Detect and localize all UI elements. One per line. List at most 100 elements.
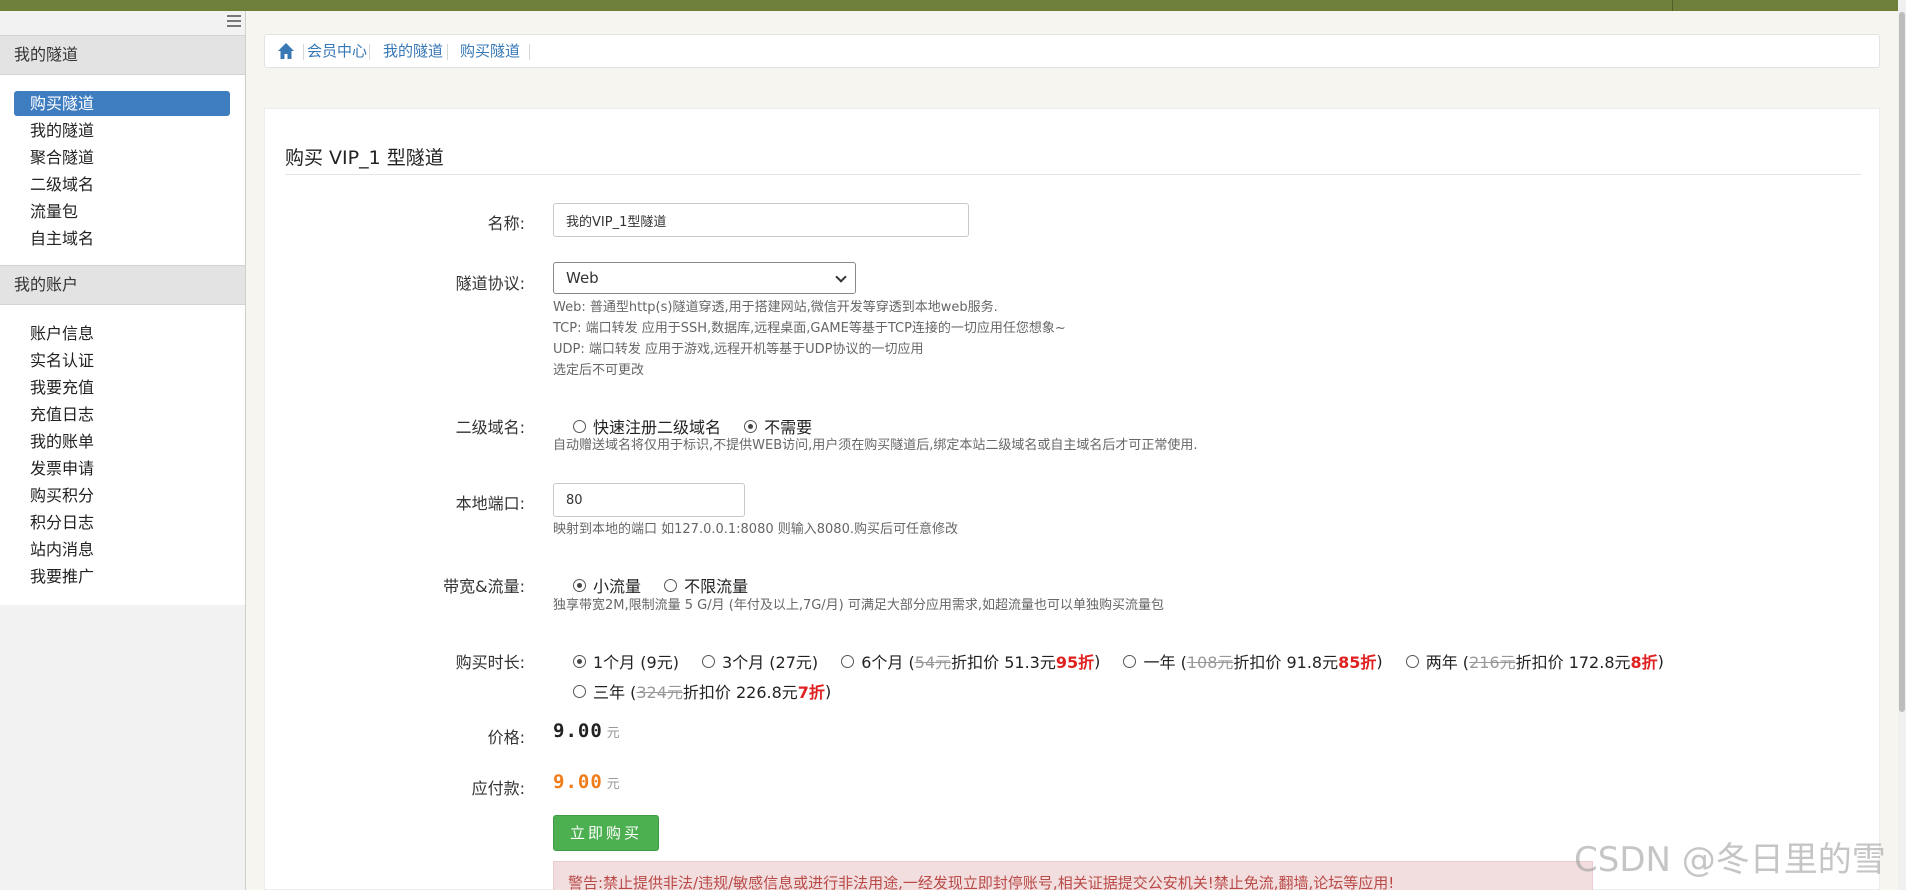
radio-circle xyxy=(841,654,855,668)
sidebar-item-buy-tunnel[interactable]: 购买隧道 xyxy=(14,91,230,116)
radio-circle xyxy=(573,684,586,698)
sidebar-group-my-account[interactable]: 我的账户 xyxy=(0,265,245,305)
duration-6-month-discount-price: 折扣价 51.3元 xyxy=(951,653,1056,672)
sidebar-item-recharge-log[interactable]: 充值日志 xyxy=(14,402,230,427)
paren-close: ) xyxy=(824,681,832,701)
top-bar xyxy=(0,0,1906,11)
breadcrumb-buy-tunnel: 购买隧道 xyxy=(460,42,521,60)
sidebar-item-aggregate-tunnel[interactable]: 聚合隧道 xyxy=(14,145,230,170)
duration-6-month-original-price: 54元 xyxy=(914,653,952,672)
protocol-label: 隧道协议: xyxy=(455,274,525,293)
duration-6-month-radio[interactable]: 6个月 (54元 折扣价 51.3元 95折) xyxy=(841,649,1100,673)
duration-2-year-radio[interactable]: 两年 (216元 折扣价 172.8元 8折) xyxy=(1405,649,1664,673)
duration-1-year-label: 一年 ( xyxy=(1143,653,1187,672)
sidebar-item-traffic-pack[interactable]: 流量包 xyxy=(14,199,230,224)
payable-value: 9.00 元 xyxy=(553,771,620,793)
protocol-help-web: Web: 普通型http(s)隧道穿透,用于搭建网站,微信开发等穿透到本地web… xyxy=(553,300,998,315)
sidebar-item-real-name[interactable]: 实名认证 xyxy=(14,348,230,373)
duration-label: 购买时长: xyxy=(455,653,525,672)
radio-circle-checked xyxy=(744,419,758,433)
payable-label: 应付款: xyxy=(471,779,525,798)
radio-circle-checked xyxy=(573,654,586,668)
local-port-label: 本地端口: xyxy=(455,494,525,513)
paren-close: ) xyxy=(1376,651,1383,671)
sidebar-group-my-account-body: 账户信息 实名认证 我要充值 充值日志 我的账单 发票申请 购买积分 积分日志 … xyxy=(0,305,245,605)
bandwidth-small-radio[interactable]: 小流量 xyxy=(573,573,641,597)
page-scrollbar[interactable] xyxy=(1898,0,1906,890)
duration-2-year-discount: 8折 xyxy=(1630,653,1658,672)
page-title: 购买 VIP_1 型隧道 xyxy=(285,147,444,169)
breadcrumb-member-center[interactable]: 会员中心 xyxy=(307,35,367,67)
scrollbar-thumb[interactable] xyxy=(1899,12,1905,712)
watermark: CSDN @冬日里的雪 xyxy=(1574,840,1886,880)
payable-amount: 9.00 xyxy=(553,771,603,793)
bandwidth-unlimited-radio[interactable]: 不限流量 xyxy=(664,573,748,597)
bandwidth-unlimited-label: 不限流量 xyxy=(684,577,749,596)
duration-3-month-radio[interactable]: 3个月 (27元) xyxy=(702,649,818,673)
payable-unit: 元 xyxy=(606,777,620,792)
duration-1-month-label: 1个月 (9元) xyxy=(593,653,679,672)
sidebar-item-account-info[interactable]: 账户信息 xyxy=(14,321,230,346)
duration-3-year-discount-price: 折扣价 226.8元 xyxy=(682,683,798,702)
sidebar-item-my-bills[interactable]: 我的账单 xyxy=(14,429,230,454)
subdomain-label: 二级域名: xyxy=(455,418,525,437)
sidebar-item-custom-domain[interactable]: 自主域名 xyxy=(14,226,230,251)
warning-alert: 警告:禁止提供非法/违规/敏感信息或进行非法用途,一经发现立即封停账号,相关证据… xyxy=(553,861,1593,890)
duration-3-year-discount: 7折 xyxy=(797,683,825,702)
duration-radio-group-row2: 三年 (324元 折扣价 226.8元 7折) xyxy=(573,679,849,703)
radio-circle xyxy=(702,654,716,668)
sidebar-item-my-tunnels[interactable]: 我的隧道 xyxy=(14,118,230,143)
price-label: 价格: xyxy=(487,728,525,747)
protocol-help-note: 选定后不可更改 xyxy=(553,363,645,378)
protocol-select[interactable]: Web xyxy=(553,262,856,294)
sidebar-item-invoice[interactable]: 发票申请 xyxy=(14,456,230,481)
breadcrumb-separator xyxy=(303,44,304,60)
collapse-menu-icon[interactable] xyxy=(227,15,241,27)
radio-circle-checked xyxy=(573,578,586,592)
duration-1-year-discount: 85折 xyxy=(1338,653,1377,672)
sidebar: 我的隧道 购买隧道 我的隧道 聚合隧道 二级域名 流量包 自主域名 我的账户 账… xyxy=(0,11,246,890)
sidebar-item-recharge[interactable]: 我要充值 xyxy=(14,375,230,400)
bandwidth-label: 带宽&流量: xyxy=(443,577,525,596)
sidebar-item-buy-points[interactable]: 购买积分 xyxy=(14,483,230,508)
protocol-selected-value: Web xyxy=(566,269,599,287)
price-value: 9.00 元 xyxy=(553,720,620,742)
breadcrumb-separator xyxy=(447,44,448,60)
duration-1-month-radio[interactable]: 1个月 (9元) xyxy=(573,649,679,673)
bandwidth-radio-group: 小流量 不限流量 xyxy=(573,573,766,597)
duration-6-month-discount: 95折 xyxy=(1055,653,1095,672)
sidebar-item-promote[interactable]: 我要推广 xyxy=(14,564,230,589)
duration-1-year-radio[interactable]: 一年 (108元 折扣价 91.8元 85折) xyxy=(1123,649,1383,673)
breadcrumb: 会员中心 我的隧道 购买隧道 xyxy=(264,34,1880,68)
radio-circle xyxy=(1405,654,1419,668)
chevron-down-icon xyxy=(835,271,847,283)
home-icon[interactable] xyxy=(277,41,295,61)
duration-1-year-original-price: 108元 xyxy=(1186,653,1234,672)
bandwidth-small-label: 小流量 xyxy=(593,577,642,596)
subdomain-help: 自动赠送域名将仅用于标识,不提供WEB访问,用户须在购买隧道后,绑定本站二级域名… xyxy=(553,438,1198,453)
duration-radio-group-row1: 1个月 (9元) 3个月 (27元) 6个月 (54元 折扣价 51.3元 95… xyxy=(573,649,1682,673)
radio-circle xyxy=(664,578,678,592)
radio-circle xyxy=(1123,654,1137,668)
bandwidth-help: 独享带宽2M,限制流量 5 G/月 (年付及以上,7G/月) 可满足大部分应用需… xyxy=(553,598,1165,613)
price-unit: 元 xyxy=(606,726,620,741)
duration-2-year-label: 两年 ( xyxy=(1425,653,1470,672)
name-label: 名称: xyxy=(487,214,525,233)
price-amount: 9.00 xyxy=(553,720,603,742)
sidebar-item-subdomain[interactable]: 二级域名 xyxy=(14,172,230,197)
duration-1-year-discount-price: 折扣价 91.8元 xyxy=(1233,653,1339,672)
top-bar-divider xyxy=(1672,0,1673,11)
duration-3-month-label: 3个月 (27元) xyxy=(722,653,819,672)
sidebar-item-points-log[interactable]: 积分日志 xyxy=(14,510,230,535)
buy-now-button[interactable]: 立即购买 xyxy=(553,815,659,851)
sidebar-item-messages[interactable]: 站内消息 xyxy=(14,537,230,562)
duration-3-year-radio[interactable]: 三年 (324元 折扣价 226.8元 7折) xyxy=(573,679,831,703)
local-port-input[interactable] xyxy=(553,483,745,517)
sidebar-group-my-tunnels[interactable]: 我的隧道 xyxy=(0,35,245,75)
breadcrumb-my-tunnels[interactable]: 我的隧道 xyxy=(383,35,443,67)
sidebar-group-my-tunnels-body: 购买隧道 我的隧道 聚合隧道 二级域名 流量包 自主域名 xyxy=(0,75,245,265)
protocol-help-udp: UDP: 端口转发 应用于游戏,远程开机等基于UDP协议的一切应用 xyxy=(553,342,924,357)
radio-circle xyxy=(573,419,586,433)
tunnel-name-input[interactable] xyxy=(553,203,969,237)
title-divider xyxy=(285,174,1861,175)
